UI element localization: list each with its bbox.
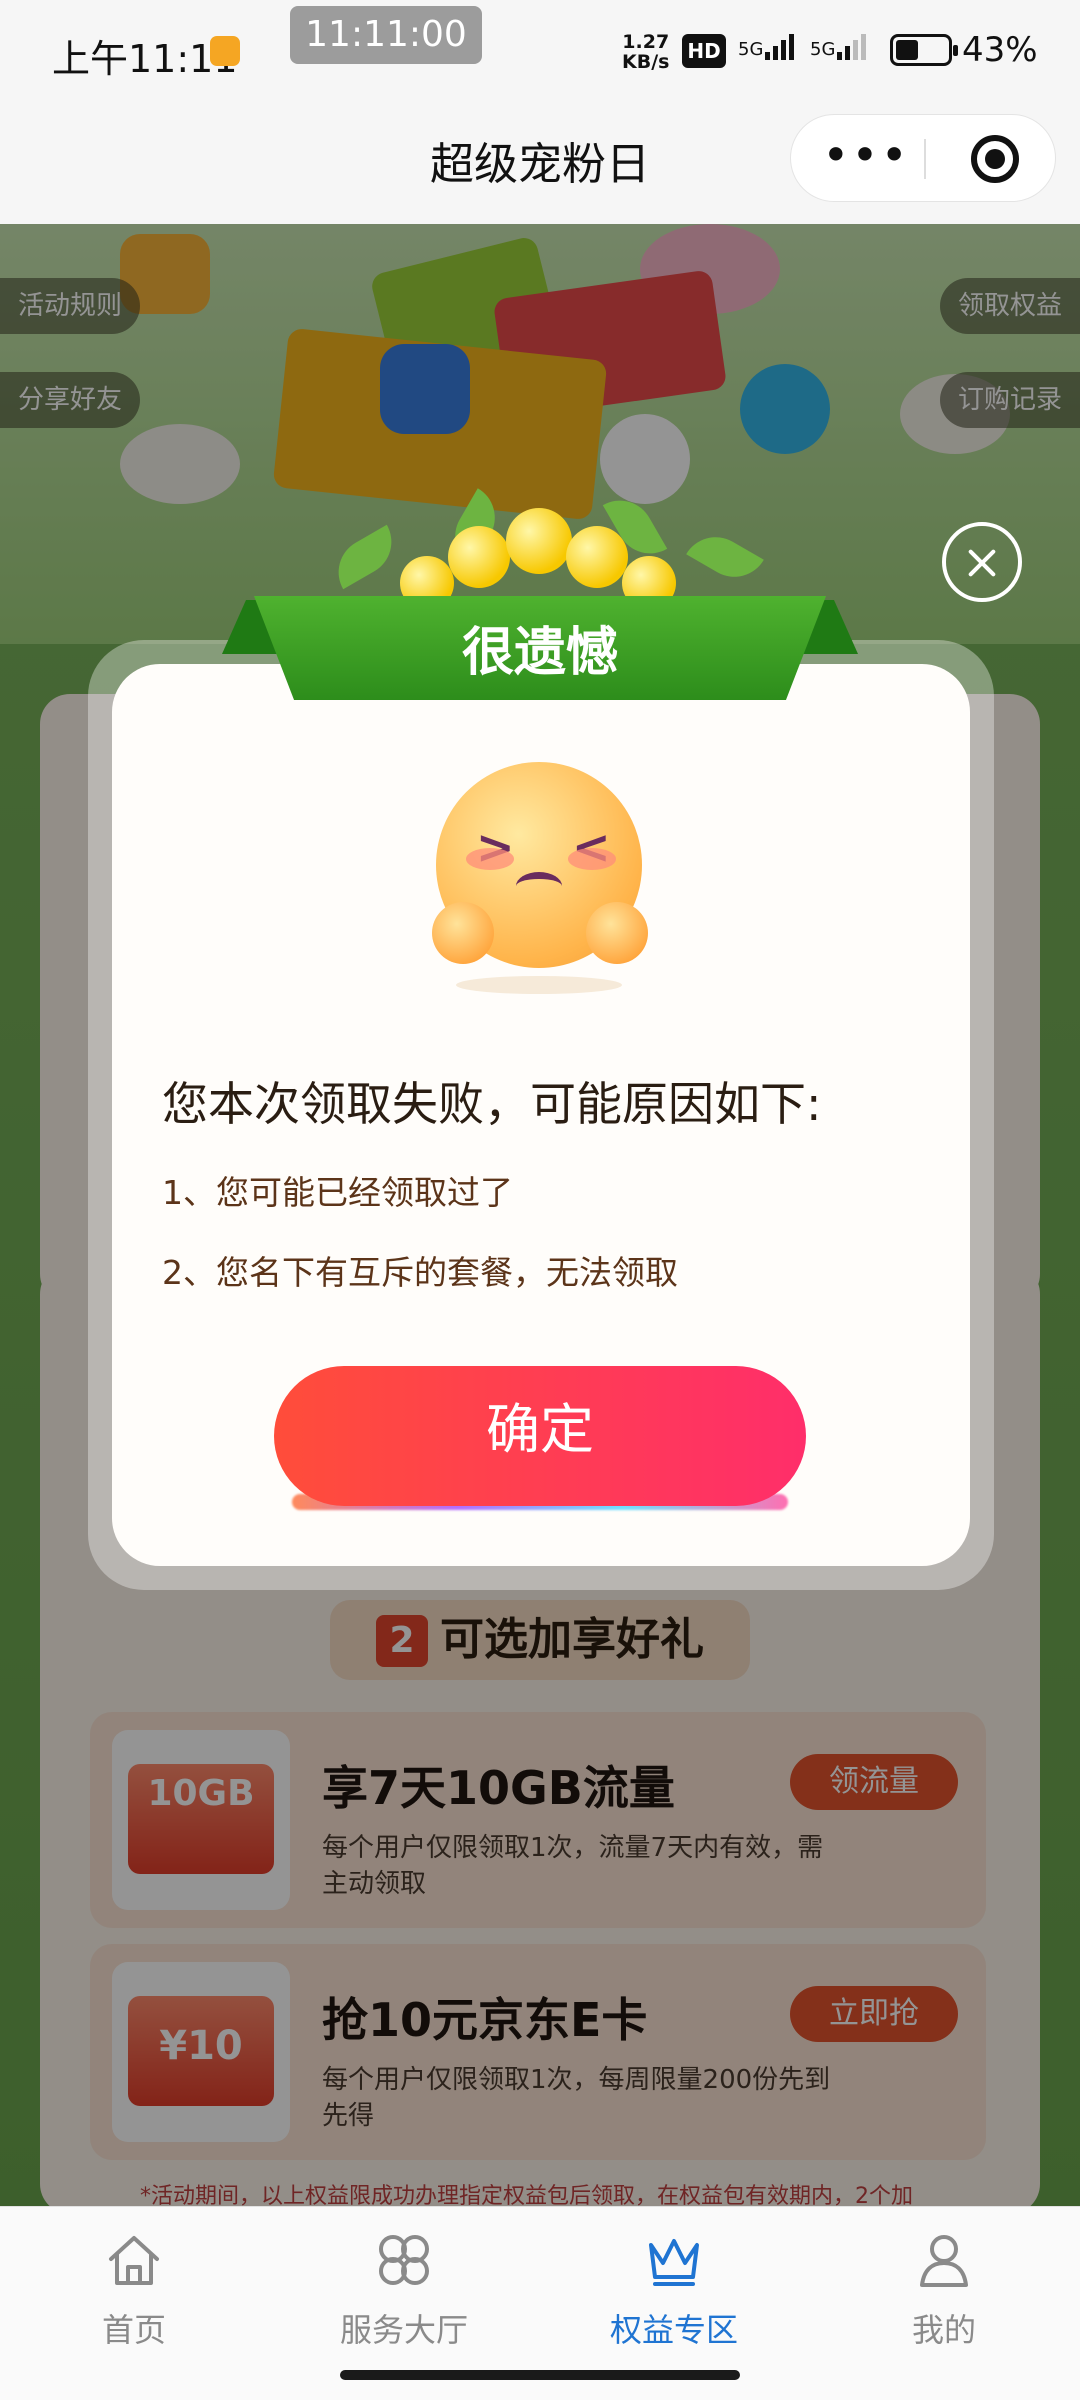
right-blush [568,848,616,870]
signal-2-label: 5G [810,39,836,60]
network-speed: 1.27 KB/s [622,32,669,72]
nav-label: 服务大厅 [339,2311,468,2349]
target-close-icon[interactable] [971,135,1019,183]
status-bar: 上午11:11 11:11:00 1.27 KB/s HD 5G 5G 43% [0,0,1080,100]
left-blush [466,848,514,870]
flower-decoration [566,526,628,588]
nav-item-service-hall[interactable]: 服务大厅 [304,2229,504,2351]
mini-program-capsule: ••• [790,114,1056,202]
title-bar: 超级宠粉日 ••• [0,100,1080,224]
nav-item-mine[interactable]: 我的 [844,2229,1044,2351]
signal-1-label: 5G [738,39,764,60]
battery-percent: 43% [962,30,1038,70]
network-speed-value: 1.27 [622,31,670,53]
network-speed-unit: KB/s [622,51,670,73]
battery-fill [896,40,918,60]
nav-item-home[interactable]: 首页 [34,2229,234,2351]
signal-1-icon: 5G [738,30,795,60]
flower-decoration [448,526,510,588]
person-icon [920,2235,968,2287]
failure-reason: 1、您可能已经领取过了 [162,1173,513,1212]
dialog-title: 很遗憾 [461,623,618,683]
capsule-divider [924,139,926,179]
status-center-clock: 11:11:00 [290,6,482,64]
clover-icon [379,2235,429,2285]
battery-icon [890,34,958,66]
flower-decoration [506,508,572,574]
nav-label: 我的 [911,2311,976,2349]
mascot-left-hand [432,902,494,964]
more-dots-icon[interactable]: ••• [811,115,921,203]
failure-message-title: 您本次领取失败，可能原因如下: [162,1077,822,1131]
nav-item-benefits[interactable]: 权益专区 [574,2229,774,2351]
home-indicator[interactable] [340,2370,740,2380]
signal-2-icon: 5G [810,30,867,60]
notification-app-icon [210,36,240,66]
mascot-right-hand [586,902,648,964]
crown-icon [649,2239,699,2286]
failure-reason: 2、您名下有互斥的套餐，无法领取 [162,1253,678,1292]
close-circle-icon[interactable] [942,522,1022,602]
nav-label: 权益专区 [609,2311,738,2349]
frown-mouth [516,872,562,900]
hd-badge: HD [682,34,726,68]
mascot-shadow [456,976,622,994]
home-icon [109,2236,159,2285]
confirm-button[interactable]: 确定 [274,1366,806,1506]
nav-label: 首页 [101,2311,166,2349]
